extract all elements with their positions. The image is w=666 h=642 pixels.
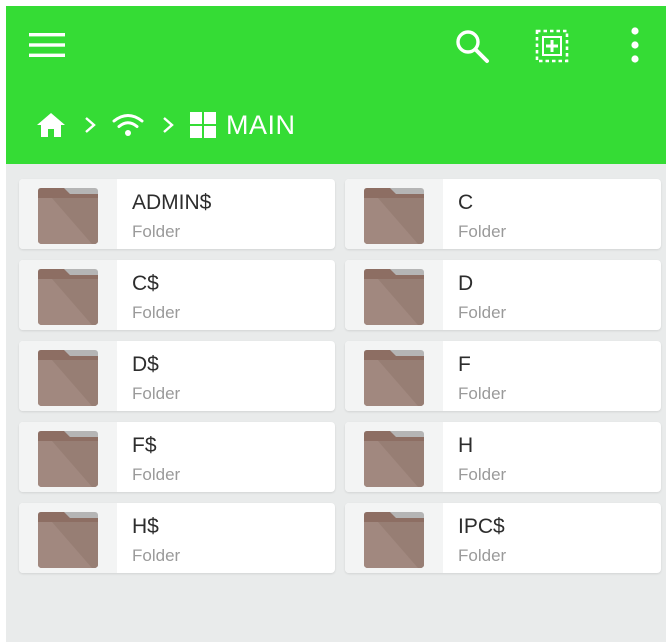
hamburger-menu-icon[interactable]	[28, 32, 66, 58]
folder-name: F$	[132, 434, 157, 457]
folder-item[interactable]: C Folder	[345, 179, 661, 249]
windows-icon	[190, 112, 216, 138]
folder-type: Folder	[132, 222, 181, 241]
folder-item[interactable]: H Folder	[345, 422, 661, 492]
folder-item[interactable]: IPC$ Folder	[345, 503, 661, 573]
folder-type: Folder	[132, 546, 181, 565]
folder-name: D$	[132, 353, 159, 376]
folder-icon	[38, 188, 98, 244]
folder-icon	[364, 269, 424, 325]
folder-icon	[364, 350, 424, 406]
folder-icon	[364, 431, 424, 487]
folder-thumbnail	[345, 260, 443, 330]
folder-item[interactable]: ADMIN$ Folder	[19, 179, 335, 249]
folder-name: F	[458, 353, 471, 376]
folder-name: IPC$	[458, 515, 505, 538]
folder-item[interactable]: D$ Folder	[19, 341, 335, 411]
folder-icon	[38, 512, 98, 568]
folder-thumbnail	[19, 503, 117, 573]
folder-icon	[38, 431, 98, 487]
folder-name: C	[458, 191, 474, 214]
folder-type: Folder	[132, 384, 181, 403]
folder-item[interactable]: F$ Folder	[19, 422, 335, 492]
folder-type: Folder	[458, 465, 507, 484]
folder-thumbnail	[19, 260, 117, 330]
folder-type: Folder	[458, 546, 507, 565]
breadcrumb-current[interactable]: MAIN	[226, 110, 296, 141]
folder-icon	[364, 188, 424, 244]
search-icon[interactable]	[454, 28, 490, 64]
folder-name: ADMIN$	[132, 191, 212, 214]
folder-thumbnail	[345, 422, 443, 492]
folder-thumbnail	[345, 341, 443, 411]
folder-item[interactable]: F Folder	[345, 341, 661, 411]
folder-item[interactable]: D Folder	[345, 260, 661, 330]
folder-thumbnail	[345, 179, 443, 249]
folder-name: D	[458, 272, 474, 295]
folder-icon	[364, 512, 424, 568]
folder-icon	[38, 269, 98, 325]
app-bar: MAIN	[6, 6, 666, 164]
breadcrumb: MAIN	[36, 107, 296, 143]
folder-type: Folder	[132, 303, 181, 322]
folder-type: Folder	[458, 222, 507, 241]
folder-type: Folder	[458, 303, 507, 322]
chevron-right-icon	[162, 116, 174, 134]
chevron-right-icon	[84, 116, 96, 134]
folder-thumbnail	[19, 422, 117, 492]
folder-type: Folder	[458, 384, 507, 403]
file-browser-window: MAIN ADMIN$ Folder C Folder C$ Folder D …	[6, 6, 666, 642]
folder-thumbnail	[345, 503, 443, 573]
add-select-icon[interactable]	[534, 28, 570, 64]
folder-icon	[38, 350, 98, 406]
folder-name: C$	[132, 272, 159, 295]
folder-name: H	[458, 434, 474, 457]
wifi-icon[interactable]	[112, 113, 144, 137]
folder-item[interactable]: H$ Folder	[19, 503, 335, 573]
folder-thumbnail	[19, 341, 117, 411]
folder-item[interactable]: C$ Folder	[19, 260, 335, 330]
folder-thumbnail	[19, 179, 117, 249]
folder-name: H$	[132, 515, 159, 538]
more-vertical-icon[interactable]	[626, 26, 644, 64]
home-icon[interactable]	[36, 112, 66, 138]
folder-type: Folder	[132, 465, 181, 484]
